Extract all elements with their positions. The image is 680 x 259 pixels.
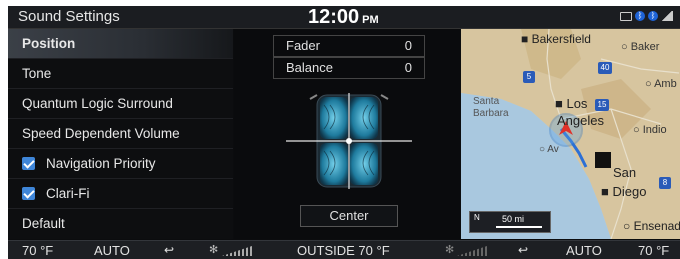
map-label-av: ○ Av	[539, 144, 559, 155]
map-label-los: ■ Los	[555, 96, 588, 111]
balance-label: Balance	[286, 60, 333, 75]
outside-label: OUTSIDE	[297, 243, 355, 258]
label-text: Diego	[612, 184, 647, 199]
battery-icon	[620, 12, 632, 21]
menu-item-label: Position	[22, 36, 76, 51]
navigation-priority-checkbox[interactable]	[22, 157, 35, 170]
climate-bar: 70 °F AUTO ↩ ✻ OUTSIDE 70 °F ✻ ↩ AUTO 70…	[8, 240, 680, 259]
label-text: Ensenad	[633, 219, 680, 233]
highway-shield-40: 40	[598, 62, 612, 74]
scale-distance: 50 mi	[502, 214, 525, 224]
map-label-angeles: Angeles	[557, 113, 604, 128]
balance-row[interactable]: Balance 0	[273, 57, 425, 79]
menu-item-label: Quantum Logic Surround	[22, 96, 173, 111]
fan-speed-bars[interactable]	[222, 246, 252, 256]
menu-item-default[interactable]: Default	[8, 209, 233, 238]
driver-temperature[interactable]: 70 °F	[22, 243, 53, 258]
map-label-ensenad: ○ Ensenad	[623, 219, 680, 233]
fan-icon[interactable]: ✻	[209, 243, 218, 256]
seat-airflow-icon-passenger[interactable]: ↩	[518, 243, 528, 257]
status-icons: ᛒ ᛒ	[620, 11, 673, 21]
label-text: Indio	[642, 124, 667, 136]
passenger-auto-mode[interactable]: AUTO	[566, 243, 602, 258]
label-text: San	[613, 165, 637, 180]
label-text: Los	[566, 96, 588, 111]
center-button[interactable]: Center	[300, 205, 398, 227]
map-label-diego: ■ Diego	[601, 184, 647, 199]
label-text: Angeles	[557, 113, 604, 128]
sound-settings-menu: Position Tone Quantum Logic Surround Spe…	[8, 29, 233, 239]
fader-value: 0	[404, 38, 412, 53]
label-text: Santa	[473, 96, 500, 107]
balance-value: 0	[404, 60, 412, 75]
signal-strength-icon	[661, 11, 673, 21]
menu-item-label: Speed Dependent Volume	[22, 126, 180, 141]
menu-item-clari-fi[interactable]: Clari-Fi	[8, 179, 233, 209]
menu-item-tone[interactable]: Tone	[8, 59, 233, 89]
outside-temperature: OUTSIDE 70 °F	[297, 243, 390, 258]
fader-label: Fader	[286, 38, 320, 53]
fan-speed-bars-passenger[interactable]	[457, 246, 487, 256]
map-label-baker: ○ Baker	[621, 41, 660, 53]
map-label-bakersfield: ■ Bakersfield	[521, 32, 591, 46]
fan-icon-passenger[interactable]: ✻	[445, 243, 454, 256]
menu-item-quantum-logic-surround[interactable]: Quantum Logic Surround	[8, 89, 233, 119]
highway-shield-5: 5	[523, 71, 535, 83]
highway-shield-8: 8	[659, 177, 671, 189]
fader-row[interactable]: Fader 0	[273, 35, 425, 57]
car-speaker-diagram[interactable]	[284, 91, 414, 191]
driver-auto-mode[interactable]: AUTO	[94, 243, 130, 258]
audio-position-panel: Fader 0 Balance 0 Center	[234, 29, 460, 239]
scale-bar	[496, 226, 542, 228]
clock-ampm: PM	[362, 14, 379, 26]
menu-item-speed-dependent-volume[interactable]: Speed Dependent Volume	[8, 119, 233, 149]
label-text: Barbara	[473, 108, 509, 119]
highway-shield-15: 15	[595, 99, 609, 111]
passenger-temperature[interactable]: 70 °F	[638, 243, 669, 258]
menu-item-label: Default	[22, 216, 65, 231]
navigation-map[interactable]: ■ Bakersfield ○ Baker ○ Amb Santa Barbar…	[461, 29, 680, 239]
menu-item-navigation-priority[interactable]: Navigation Priority	[8, 149, 233, 179]
map-label-san: San	[613, 165, 636, 180]
page-title: Sound Settings	[18, 8, 120, 25]
bluetooth-phone-icon: ᛒ	[648, 11, 658, 21]
label-text: Baker	[630, 41, 660, 53]
clari-fi-checkbox[interactable]	[22, 187, 35, 200]
menu-item-position[interactable]: Position	[8, 29, 233, 59]
menu-item-label: Navigation Priority	[46, 156, 156, 171]
label-text: Av	[547, 144, 559, 155]
map-label-amb: ○ Amb	[645, 78, 677, 90]
map-label-indio: ○ Indio	[633, 124, 667, 136]
outside-temp-value: 70 °F	[358, 243, 390, 258]
menu-item-label: Clari-Fi	[46, 186, 90, 201]
clock: 12:00 PM	[308, 6, 379, 29]
north-indicator-icon: N	[474, 213, 480, 222]
map-label-santa: Santa	[473, 96, 499, 107]
menu-item-label: Tone	[22, 66, 52, 81]
clock-time: 12:00	[308, 6, 360, 28]
label-text: Amb	[654, 78, 677, 90]
infotainment-screen: Sound Settings 12:00 PM ᛒ ᛒ Position Tone…	[8, 6, 680, 259]
seat-airflow-icon[interactable]: ↩	[164, 243, 174, 257]
label-text: Bakersfield	[531, 32, 591, 46]
map-scale: N 50 mi	[469, 211, 551, 233]
status-bar: Sound Settings 12:00 PM ᛒ ᛒ	[8, 6, 680, 29]
map-label-barbara: Barbara	[473, 108, 509, 119]
bluetooth-icon: ᛒ	[635, 11, 645, 21]
